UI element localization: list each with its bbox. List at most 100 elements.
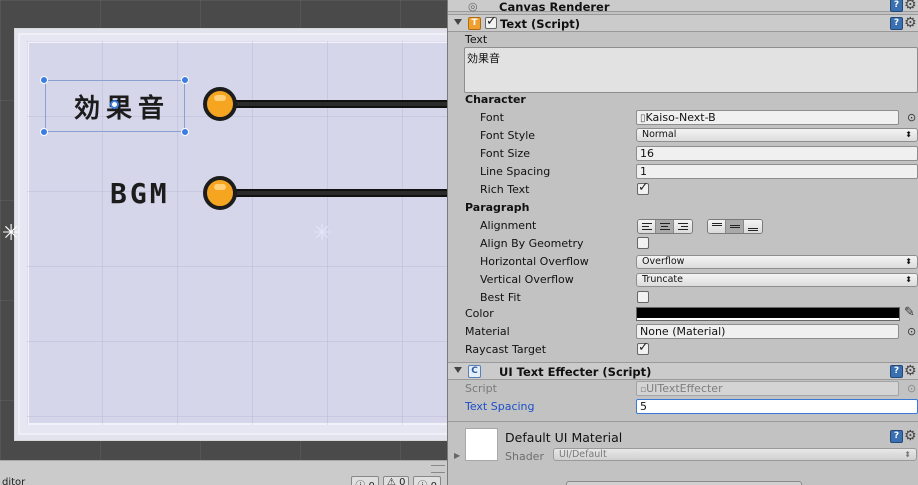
effects-slider-knob[interactable] bbox=[203, 87, 237, 121]
vertical-overflow-label: Vertical Overflow bbox=[480, 273, 574, 286]
effects-slider-track[interactable] bbox=[230, 100, 447, 108]
font-label: Font bbox=[480, 111, 504, 124]
font-size-field[interactable]: 16 bbox=[636, 146, 918, 161]
script-value: UITextEffecter bbox=[646, 382, 723, 395]
dropdown-arrow-icon: ⬍ bbox=[904, 450, 911, 459]
align-by-geometry-checkbox[interactable] bbox=[637, 237, 649, 249]
object-picker-icon[interactable]: ⊙ bbox=[907, 111, 916, 124]
anchor-sparkle-icon: ✳ bbox=[313, 221, 332, 246]
gear-icon[interactable]: ⚙ bbox=[904, 15, 917, 31]
gear-icon[interactable]: ⚙ bbox=[904, 0, 917, 13]
splitter-grip-icon[interactable] bbox=[431, 465, 445, 473]
foldout-arrow-icon[interactable] bbox=[454, 19, 462, 25]
error-counter[interactable]: ⓘ 0 bbox=[413, 476, 441, 485]
vertical-overflow-dropdown[interactable]: Truncate ⬍ bbox=[636, 273, 918, 287]
color-field[interactable] bbox=[636, 307, 900, 321]
align-bottom-icon[interactable] bbox=[744, 220, 762, 233]
align-right-icon[interactable] bbox=[674, 220, 692, 233]
material-preview-thumbnail bbox=[465, 428, 498, 461]
align-left-icon[interactable] bbox=[638, 220, 656, 233]
foldout-arrow-icon[interactable] bbox=[454, 367, 462, 373]
object-picker-icon[interactable]: ⊙ bbox=[907, 325, 916, 338]
vertical-alignment-group bbox=[707, 219, 763, 234]
shader-value: UI/Default bbox=[559, 449, 607, 460]
best-fit-checkbox[interactable] bbox=[637, 291, 649, 303]
paragraph-heading: Paragraph bbox=[465, 201, 530, 214]
anchor-sparkle-icon: ✳ bbox=[2, 221, 21, 246]
text-enabled-checkbox[interactable] bbox=[485, 14, 497, 29]
text-spacing-label: Text Spacing bbox=[465, 400, 535, 413]
scene-view[interactable]: 効果音 BGM ✳ ✳ ditor ⓘ 0 ⚠ 0 ⓘ 0 bbox=[0, 0, 447, 485]
divider bbox=[448, 421, 918, 422]
effecter-component-header[interactable]: C UI Text Effecter (Script) ? ⚙ bbox=[448, 362, 918, 380]
horizontal-overflow-label: Horizontal Overflow bbox=[480, 255, 589, 268]
scene-bottom-bar: ditor ⓘ 0 ⚠ 0 ⓘ 0 bbox=[0, 460, 447, 485]
bgm-slider-track[interactable] bbox=[230, 189, 447, 197]
resize-handle-top-left[interactable] bbox=[40, 76, 48, 84]
alignment-label: Alignment bbox=[480, 219, 537, 232]
csharp-script-icon: C bbox=[468, 365, 481, 378]
object-picker-icon: ⊙ bbox=[907, 382, 917, 395]
bgm-slider-knob[interactable] bbox=[203, 176, 237, 210]
dropdown-arrow-icon: ⬍ bbox=[905, 130, 912, 139]
dropdown-arrow-icon: ⬍ bbox=[905, 275, 912, 284]
material-field[interactable]: None (Material) bbox=[636, 324, 899, 339]
align-by-geometry-label: Align By Geometry bbox=[480, 237, 584, 250]
font-value: Kaiso-Next-B bbox=[645, 111, 716, 124]
material-preview-title: Default UI Material bbox=[505, 430, 623, 445]
font-style-dropdown[interactable]: Normal ⬍ bbox=[636, 128, 918, 142]
character-heading: Character bbox=[465, 93, 526, 106]
eyedropper-icon[interactable]: ✎ bbox=[904, 305, 915, 320]
horizontal-overflow-dropdown[interactable]: Overflow ⬍ bbox=[636, 255, 918, 269]
console-counters[interactable]: ⓘ 0 ⚠ 0 ⓘ 0 bbox=[351, 476, 441, 485]
text-component-header[interactable]: T Text (Script) ? ⚙ bbox=[448, 14, 918, 32]
help-icon[interactable]: ? bbox=[890, 365, 903, 378]
info-counter[interactable]: ⓘ 0 bbox=[351, 476, 379, 485]
bgm-label[interactable]: BGM bbox=[110, 177, 170, 210]
font-size-label: Font Size bbox=[480, 147, 531, 160]
rich-text-label: Rich Text bbox=[480, 183, 530, 196]
best-fit-label: Best Fit bbox=[480, 291, 521, 304]
effects-label[interactable]: 効果音 bbox=[74, 88, 170, 125]
help-icon[interactable]: ? bbox=[890, 17, 903, 30]
text-component-icon: T bbox=[468, 17, 481, 30]
alpha-bar bbox=[637, 318, 899, 320]
shader-dropdown[interactable]: UI/Default ⬍ bbox=[553, 448, 917, 461]
text-component-title: Text (Script) bbox=[500, 17, 580, 31]
align-middle-icon[interactable] bbox=[726, 220, 744, 233]
gear-icon[interactable]: ⚙ bbox=[904, 428, 917, 444]
preview-splitter[interactable] bbox=[566, 481, 802, 485]
inspector-panel: ◎ Canvas Renderer ? ⚙ T Text (Script) ? … bbox=[447, 0, 918, 485]
text-spacing-field[interactable]: 5 bbox=[636, 399, 918, 414]
line-spacing-label: Line Spacing bbox=[480, 165, 551, 178]
raycast-target-checkbox[interactable] bbox=[637, 340, 649, 355]
effecter-component-title: UI Text Effecter (Script) bbox=[499, 365, 652, 379]
error-count: 0 bbox=[431, 481, 437, 485]
canvas-renderer-header[interactable]: ◎ Canvas Renderer ? ⚙ bbox=[448, 0, 918, 14]
editor-tab-label[interactable]: ditor bbox=[2, 477, 25, 485]
font-field[interactable]: ▯Kaiso-Next-B bbox=[636, 110, 899, 125]
text-label: Text bbox=[465, 33, 488, 46]
gear-icon[interactable]: ⚙ bbox=[904, 363, 917, 379]
pivot-handle[interactable] bbox=[110, 100, 119, 109]
foldout-arrow-icon[interactable]: ▶ bbox=[454, 451, 460, 460]
canvas-renderer-title: Canvas Renderer bbox=[499, 0, 610, 14]
line-spacing-field[interactable]: 1 bbox=[636, 164, 918, 179]
info-count: 0 bbox=[369, 481, 375, 485]
help-icon[interactable]: ? bbox=[890, 0, 903, 12]
text-content-area[interactable]: 効果音 bbox=[464, 47, 918, 93]
align-center-icon[interactable] bbox=[656, 220, 674, 233]
material-label: Material bbox=[465, 325, 510, 338]
help-icon[interactable]: ? bbox=[890, 430, 903, 443]
vertical-overflow-value: Truncate bbox=[642, 274, 683, 285]
color-label: Color bbox=[465, 307, 494, 320]
resize-handle-bottom-left[interactable] bbox=[40, 128, 48, 136]
align-top-icon[interactable] bbox=[708, 220, 726, 233]
resize-handle-top-right[interactable] bbox=[181, 76, 189, 84]
warning-counter[interactable]: ⚠ 0 bbox=[382, 476, 410, 485]
rich-text-checkbox[interactable] bbox=[637, 180, 649, 195]
resize-handle-bottom-right[interactable] bbox=[181, 128, 189, 136]
script-field: ▫UITextEffecter bbox=[636, 381, 899, 396]
script-label: Script bbox=[465, 382, 497, 395]
dropdown-arrow-icon: ⬍ bbox=[905, 257, 912, 266]
